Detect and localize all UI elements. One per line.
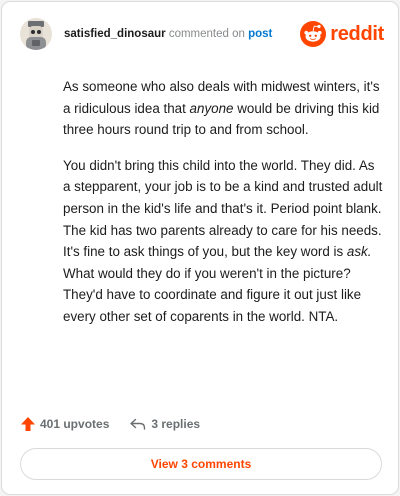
comment-header: satisfied_dinosaur commented on post red… [20, 16, 384, 56]
reddit-snoo-icon [300, 21, 327, 47]
user-avatar[interactable] [20, 18, 52, 50]
upvote-arrow-icon [21, 417, 35, 431]
comment-body: As someone who also deals with midwest w… [63, 76, 383, 342]
comment-paragraph-2: You didn't bring this child into the wor… [63, 157, 383, 324]
view-comments-label: View 3 comments [150, 457, 252, 471]
comment-card: satisfied_dinosaur commented on post red… [1, 1, 399, 495]
replies-button[interactable]: 3 replies [129, 416, 200, 432]
view-comments-button[interactable]: View 3 comments [20, 448, 382, 480]
comment-paragraph-1: As someone who also deals with midwest w… [63, 79, 380, 138]
upvote-count: 401 upvotes [40, 417, 110, 431]
post-link[interactable]: post [248, 28, 272, 40]
username-link[interactable]: satisfied_dinosaur [64, 28, 166, 40]
replies-count: 3 replies [151, 417, 201, 431]
reddit-wordmark: reddit [330, 22, 384, 45]
comment-actions: 401 upvotes 3 replies [20, 416, 200, 432]
reply-arrow-icon [130, 418, 146, 430]
byline-action-text: commented on [168, 28, 245, 40]
upvote-button[interactable]: 401 upvotes [20, 416, 109, 432]
reddit-logo[interactable]: reddit [300, 20, 384, 48]
comment-byline: satisfied_dinosaur commented on post [64, 28, 272, 40]
